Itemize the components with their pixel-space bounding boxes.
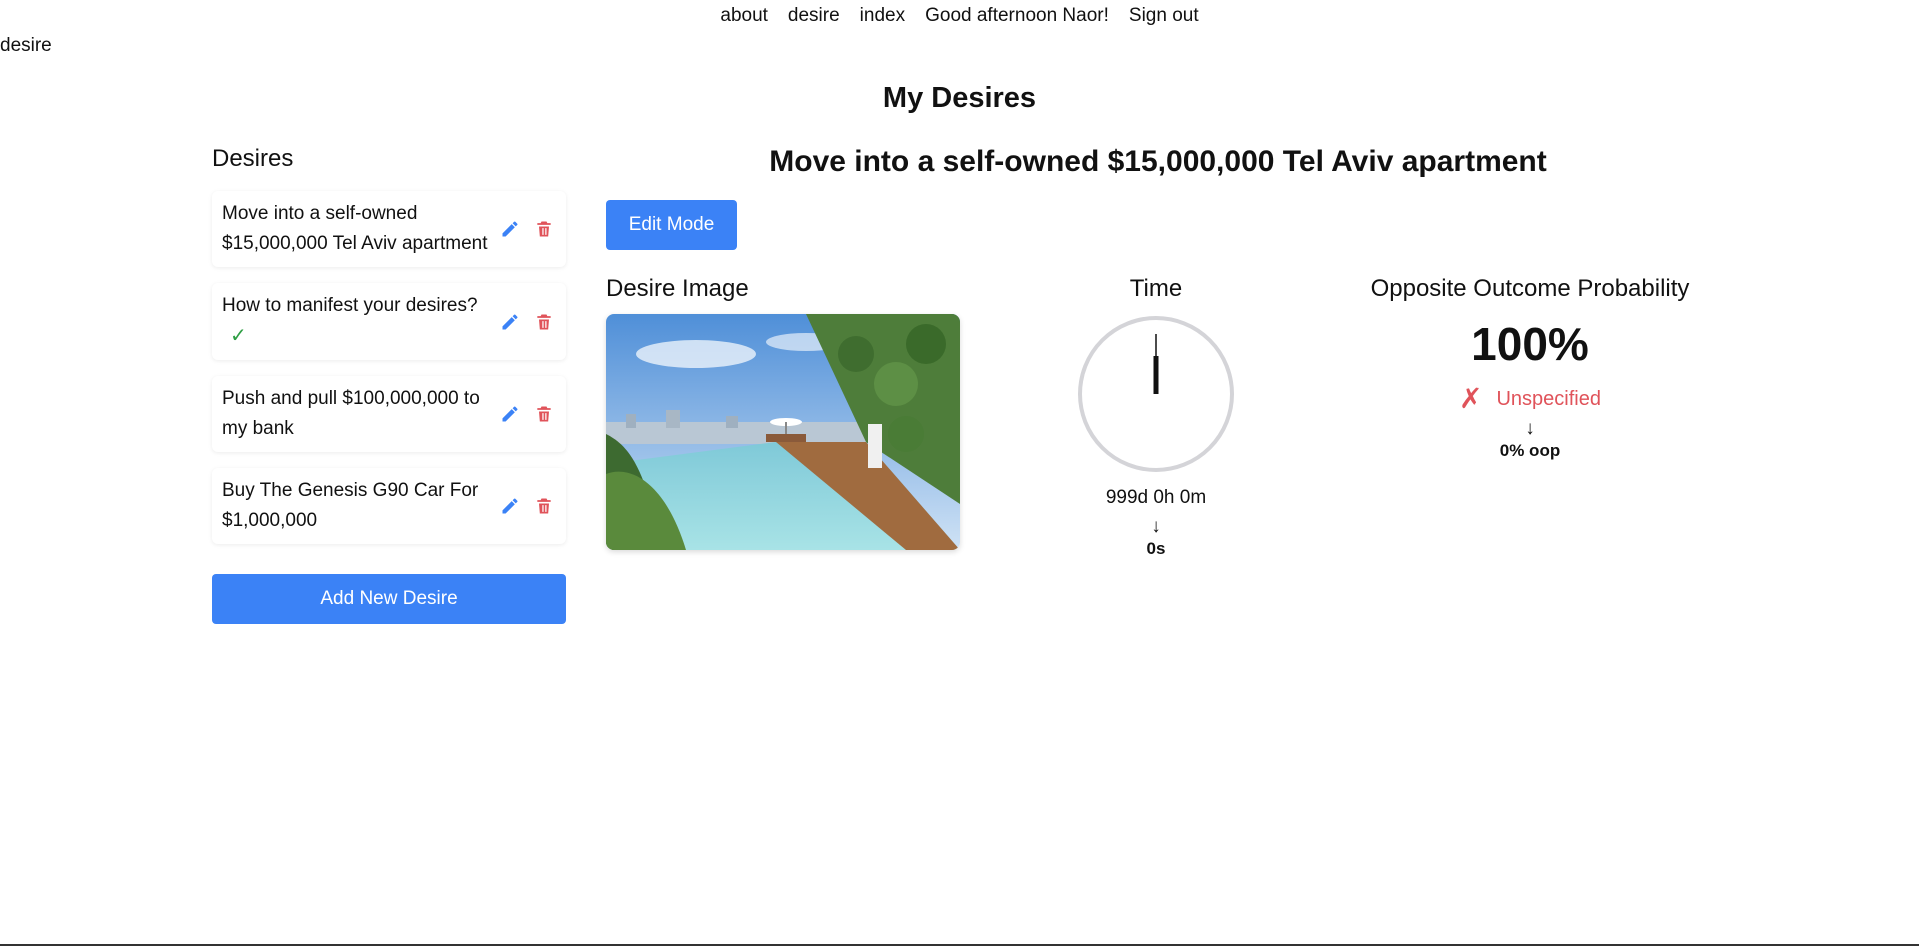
nav-link-about[interactable]: about [720, 4, 768, 28]
desire-label: Buy The Genesis G90 Car For $1,000,000 [222, 480, 479, 531]
desire-card[interactable]: Move into a self-owned $15,000,000 Tel A… [212, 191, 566, 267]
desire-card[interactable]: How to manifest your desires? ✓ [212, 283, 566, 360]
desire-card[interactable]: Push and pull $100,000,000 to my bank [212, 376, 566, 452]
desire-label-wrapper: How to manifest your desires? ✓ [222, 291, 498, 352]
desires-sidebar: Desires Move into a self-owned $15,000,0… [212, 143, 566, 624]
probability-status: ✗ Unspecified [1330, 384, 1730, 414]
clock-icon [1078, 316, 1234, 472]
probability-section: Opposite Outcome Probability 100% ✗ Unsp… [1330, 272, 1730, 462]
time-heading: Time [1129, 275, 1183, 302]
cross-icon: ✗ [1459, 383, 1483, 414]
edit-pencil-icon[interactable] [498, 217, 522, 241]
pool-scene-illustration [606, 314, 960, 550]
time-section: Time 999d 0h 0m ↓ 0s [1056, 272, 1256, 560]
probability-value: 100% [1471, 318, 1589, 370]
status-label: Unspecified [1496, 387, 1601, 410]
selected-desire-title: Move into a self-owned $15,000,000 Tel A… [769, 145, 1547, 178]
edit-pencil-icon[interactable] [498, 402, 522, 426]
top-nav: about desire index Good afternoon Naor! … [0, 4, 1919, 28]
completed-check-icon: ✓ [230, 325, 247, 347]
route-label: desire [0, 35, 52, 56]
page: about desire index Good afternoon Naor! … [0, 0, 1919, 946]
delete-trash-icon[interactable] [532, 402, 556, 426]
card-actions [498, 217, 556, 241]
desire-image-heading: Desire Image [606, 275, 749, 302]
countdown-clock [1078, 316, 1234, 472]
nav-link-desire[interactable]: desire [788, 4, 840, 28]
desire-image-section: Desire Image [606, 272, 960, 550]
add-new-desire-button[interactable]: Add New Desire [212, 574, 566, 624]
edit-pencil-icon[interactable] [498, 494, 522, 518]
page-title: My Desires [882, 82, 1037, 114]
time-elapsed: 0s [1146, 539, 1166, 558]
desire-label: How to manifest your desires? [222, 295, 478, 316]
down-arrow-icon: ↓ [1151, 516, 1161, 537]
delete-trash-icon[interactable] [532, 494, 556, 518]
oop-value: 0% oop [1499, 441, 1561, 460]
delete-trash-icon[interactable] [532, 310, 556, 334]
edit-pencil-icon[interactable] [498, 310, 522, 334]
desire-image [606, 314, 960, 550]
down-arrow-icon: ↓ [1525, 418, 1535, 439]
time-remaining: 999d 0h 0m [1105, 487, 1207, 508]
probability-heading: Opposite Outcome Probability [1370, 275, 1690, 302]
card-actions [498, 402, 556, 426]
card-actions [498, 310, 556, 334]
nav-link-index[interactable]: index [860, 4, 905, 28]
desire-card[interactable]: Buy The Genesis G90 Car For $1,000,000 [212, 468, 566, 544]
nav-signout-link[interactable]: Sign out [1129, 4, 1199, 28]
sidebar-heading: Desires [212, 145, 294, 172]
delete-trash-icon[interactable] [532, 217, 556, 241]
card-actions [498, 494, 556, 518]
desire-label: Move into a self-owned $15,000,000 Tel A… [222, 203, 488, 254]
edit-mode-button[interactable]: Edit Mode [606, 200, 737, 250]
desire-label: Push and pull $100,000,000 to my bank [222, 388, 480, 439]
nav-greeting: Good afternoon Naor! [925, 5, 1109, 26]
desire-list: Move into a self-owned $15,000,000 Tel A… [212, 191, 566, 544]
